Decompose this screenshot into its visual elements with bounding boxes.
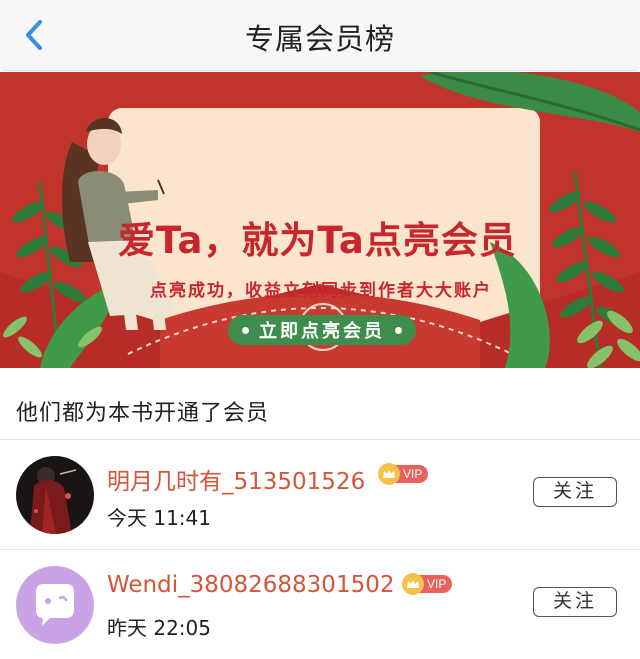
crown-icon — [378, 463, 400, 485]
cta-label: 立即点亮会员 — [259, 321, 385, 342]
dot-icon — [395, 326, 402, 334]
crown-icon — [402, 573, 424, 595]
dark-character-avatar-icon — [16, 456, 94, 534]
light-up-membership-button[interactable]: 立即点亮会员 — [228, 315, 416, 345]
member-name[interactable]: Wendi_38082688301502 — [107, 572, 394, 598]
vip-badge: VIP — [402, 573, 453, 595]
top-navigation-bar: 专属会员榜 — [0, 0, 640, 71]
promo-banner[interactable]: 爱Ta，就为Ta点亮会员 点亮成功，收益立刻同步到作者大大账户 立即点亮会员 — [0, 72, 640, 368]
member-timestamp: 昨天 22:05 — [107, 616, 211, 640]
page-title: 专属会员榜 — [244, 22, 395, 56]
follow-button[interactable]: 关注 — [533, 477, 617, 507]
avatar[interactable] — [16, 566, 94, 644]
follow-button[interactable]: 关注 — [533, 587, 617, 617]
avatar[interactable] — [16, 456, 94, 534]
banner-subtitle: 点亮成功，收益立刻同步到作者大大账户 — [150, 281, 492, 301]
member-row[interactable]: 明月几时有_513501526 VIP 今天 11:41 关注 — [0, 440, 640, 549]
banner-headline: 爱Ta，就为Ta点亮会员 — [118, 219, 517, 262]
member-timestamp: 今天 11:41 — [107, 506, 211, 530]
member-name[interactable]: 明月几时有_513501526 — [107, 462, 365, 496]
vip-badge: VIP — [378, 463, 429, 485]
dot-icon — [242, 326, 249, 334]
member-row[interactable]: Wendi_38082688301502 VIP 昨天 22:05 关注 — [0, 550, 640, 659]
section-title: 他们都为本书开通了会员 — [16, 401, 270, 426]
chat-bubble-avatar-icon — [16, 566, 94, 644]
